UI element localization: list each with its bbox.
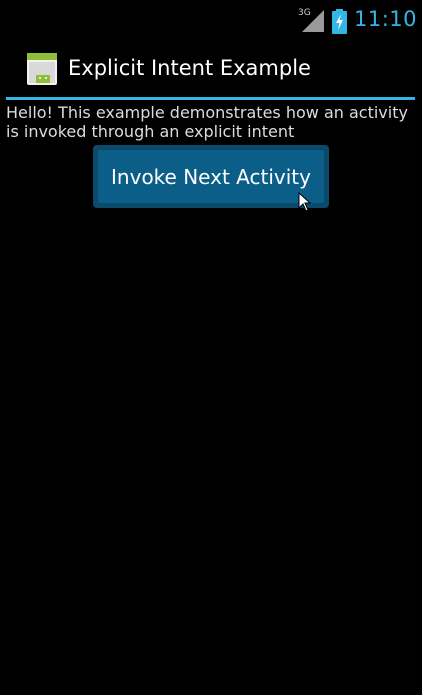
- invoke-button-label: Invoke Next Activity: [98, 150, 324, 203]
- android-app-icon: [27, 53, 57, 85]
- hello-message: Hello! This example demonstrates how an …: [6, 103, 408, 141]
- action-bar-divider: [6, 97, 415, 100]
- mouse-pointer-icon: [298, 192, 312, 212]
- invoke-next-activity-button[interactable]: Invoke Next Activity: [93, 145, 329, 208]
- action-bar: Explicit Intent Example: [0, 40, 422, 96]
- status-clock: 11:10: [354, 7, 418, 31]
- status-bar: 3G 11:10: [0, 0, 422, 40]
- app-title: Explicit Intent Example: [68, 56, 311, 80]
- signal-icon: [302, 10, 324, 32]
- battery-charging-icon: [332, 9, 347, 34]
